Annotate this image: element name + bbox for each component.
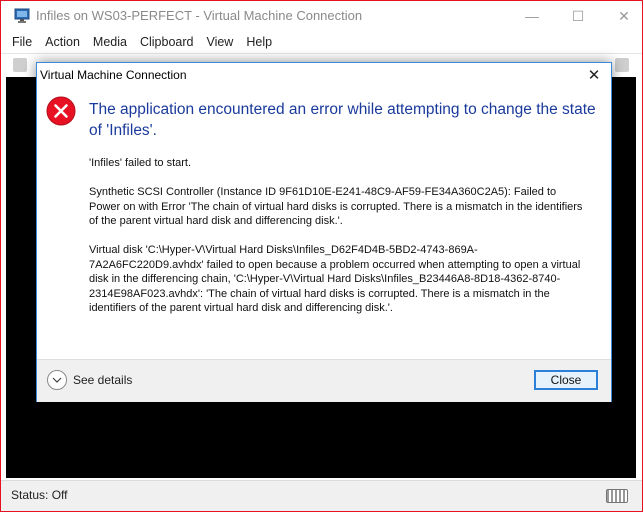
menu-action[interactable]: Action [39, 35, 87, 49]
vm-connection-window: Infiles on WS03-PERFECT - Virtual Machin… [0, 0, 643, 512]
scsi-controller-error-text: Synthetic SCSI Controller (Instance ID 9… [89, 186, 583, 227]
menu-media[interactable]: Media [87, 35, 134, 49]
error-details-text: 'Infiles' failed to start. Synthetic SCS… [89, 156, 589, 330]
menu-file[interactable]: File [1, 35, 39, 49]
see-details-link[interactable]: See details [73, 373, 132, 387]
zoom-icon[interactable] [615, 58, 629, 72]
dialog-close-button[interactable]: ✕ [583, 65, 605, 85]
error-dialog: Virtual Machine Connection ✕ The applica… [36, 62, 612, 402]
minimize-button[interactable]: — [509, 1, 555, 31]
close-button[interactable]: Close [534, 370, 598, 390]
ctrl-alt-del-icon[interactable] [13, 58, 27, 72]
window-close-button[interactable]: ✕ [601, 1, 642, 31]
main-instruction: The application encountered an error whi… [89, 101, 596, 139]
error-icon [46, 96, 76, 126]
title-bar: Infiles on WS03-PERFECT - Virtual Machin… [1, 1, 642, 31]
window-title: Infiles on WS03-PERFECT - Virtual Machin… [36, 8, 363, 23]
menu-bar: File Action Media Clipboard View Help [1, 31, 642, 53]
chevron-down-icon[interactable] [47, 370, 67, 390]
dialog-title: Virtual Machine Connection [40, 68, 187, 82]
menu-help[interactable]: Help [240, 35, 279, 49]
failed-to-start-text: 'Infiles' failed to start. [89, 157, 192, 169]
status-text: Status: Off [11, 488, 68, 502]
keyboard-icon [606, 489, 628, 503]
menu-view[interactable]: View [200, 35, 240, 49]
status-bar: Status: Off [1, 480, 642, 511]
maximize-button[interactable]: ☐ [555, 1, 601, 31]
vm-connection-app-icon [14, 7, 32, 25]
menu-clipboard[interactable]: Clipboard [134, 35, 201, 49]
virtual-disk-error-text: Virtual disk 'C:\Hyper-V\Virtual Hard Di… [89, 244, 581, 314]
dialog-footer: See details Close [37, 359, 611, 402]
